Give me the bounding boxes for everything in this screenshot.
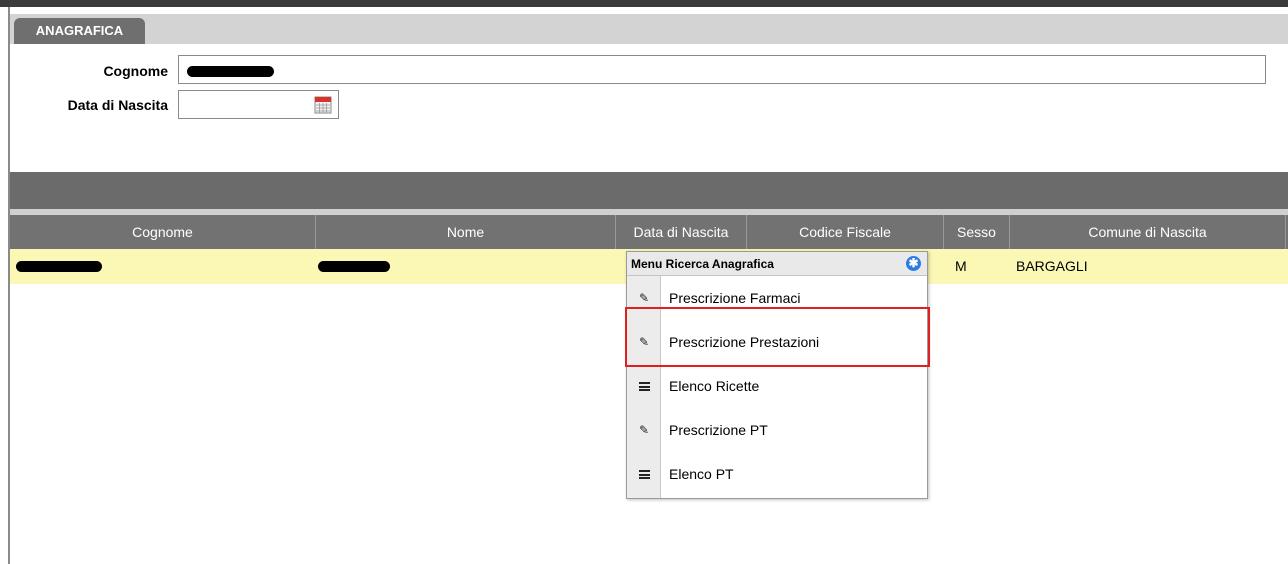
column-header-nome[interactable]: Nome — [316, 215, 616, 249]
context-menu-title: Menu Ricerca Anagrafica ✱ — [627, 252, 927, 276]
cell-cognome — [16, 249, 106, 284]
menu-item-prescrizione-pt[interactable]: ✎ Prescrizione PT — [627, 408, 927, 452]
cognome-input[interactable] — [178, 55, 1266, 84]
redacted-text — [318, 261, 390, 272]
column-header-cognome[interactable]: Cognome — [10, 215, 316, 249]
cognome-label: Cognome — [103, 63, 168, 79]
cell-sesso: M — [955, 258, 967, 274]
results-table-header: Cognome Nome Data di Nascita Codice Fisc… — [10, 215, 1288, 249]
menu-item-label: Elenco Ricette — [669, 378, 760, 394]
column-header-data-nascita[interactable]: Data di Nascita — [616, 215, 747, 249]
redacted-text — [187, 66, 274, 77]
context-menu: Menu Ricerca Anagrafica ✱ ✎ Prescrizione… — [626, 251, 928, 499]
menu-item-label: Elenco PT — [669, 466, 734, 482]
pencil-icon: ✎ — [638, 423, 650, 437]
column-header-comune[interactable]: Comune di Nascita — [1010, 215, 1286, 249]
menu-item-elenco-pt[interactable]: Elenco PT — [627, 452, 927, 496]
menu-item-label: Prescrizione PT — [669, 422, 768, 438]
data-nascita-input[interactable] — [178, 90, 339, 119]
calendar-icon[interactable] — [314, 96, 332, 114]
context-menu-title-text: Menu Ricerca Anagrafica — [631, 257, 774, 271]
list-icon — [627, 452, 661, 496]
top-border — [0, 0, 1288, 7]
tab-strip — [10, 14, 1288, 44]
redacted-text — [16, 261, 102, 272]
column-header-codice-fiscale[interactable]: Codice Fiscale — [747, 215, 944, 249]
data-nascita-label: Data di Nascita — [67, 97, 168, 113]
tab-anagrafica[interactable]: ANAGRAFICA — [14, 18, 145, 44]
highlight-box — [625, 307, 930, 367]
list-icon — [627, 364, 661, 408]
cell-nome — [318, 249, 398, 284]
toolbar-band — [10, 172, 1288, 209]
gear-icon[interactable]: ✱ — [906, 256, 921, 271]
column-header-sesso[interactable]: Sesso — [944, 215, 1010, 249]
cell-comune: BARGAGLI — [1016, 258, 1088, 274]
menu-item-elenco-ricette[interactable]: Elenco Ricette — [627, 364, 927, 408]
